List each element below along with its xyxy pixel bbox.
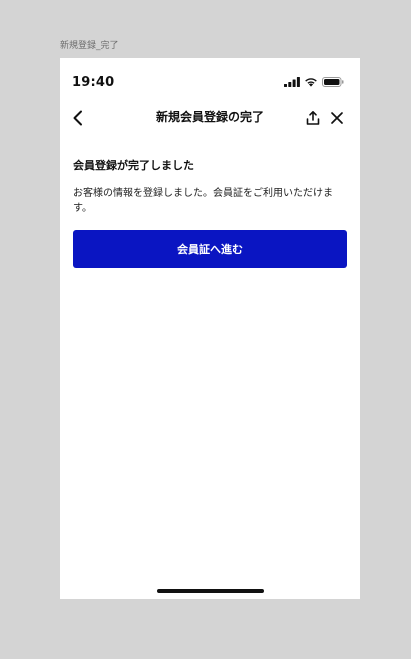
wifi-icon bbox=[304, 77, 318, 87]
close-button[interactable] bbox=[326, 107, 348, 129]
cellular-signal-icon bbox=[284, 77, 300, 87]
status-bar: 19:40 bbox=[60, 58, 360, 102]
chevron-left-icon bbox=[73, 110, 82, 126]
back-button[interactable] bbox=[66, 106, 90, 130]
home-indicator bbox=[157, 589, 264, 593]
status-time: 19:40 bbox=[72, 75, 115, 90]
page-title: 新規会員登録の完了 bbox=[155, 110, 264, 124]
share-button[interactable] bbox=[302, 107, 324, 129]
share-icon bbox=[306, 111, 320, 125]
completion-heading: 会員登録が完了しました bbox=[73, 159, 194, 172]
battery-icon bbox=[322, 77, 344, 87]
status-icons bbox=[284, 76, 344, 88]
close-icon bbox=[331, 112, 343, 124]
frame-label: 新規登録_完了 bbox=[60, 41, 119, 51]
completion-content: 会員登録が完了しました お客様の情報を登録しました。会員証をご利用いただけます。 bbox=[73, 158, 347, 216]
completion-message: お客様の情報を登録しました。会員証をご利用いただけます。 bbox=[73, 188, 333, 214]
navigation-bar: 新規会員登録の完了 bbox=[60, 102, 360, 134]
go-to-membership-card-button[interactable]: 会員証へ進む bbox=[73, 230, 347, 268]
phone-screen: 19:40 新規会員登録の完了 会員登録が完了しました お客様の情報を登録しまし… bbox=[60, 58, 360, 599]
